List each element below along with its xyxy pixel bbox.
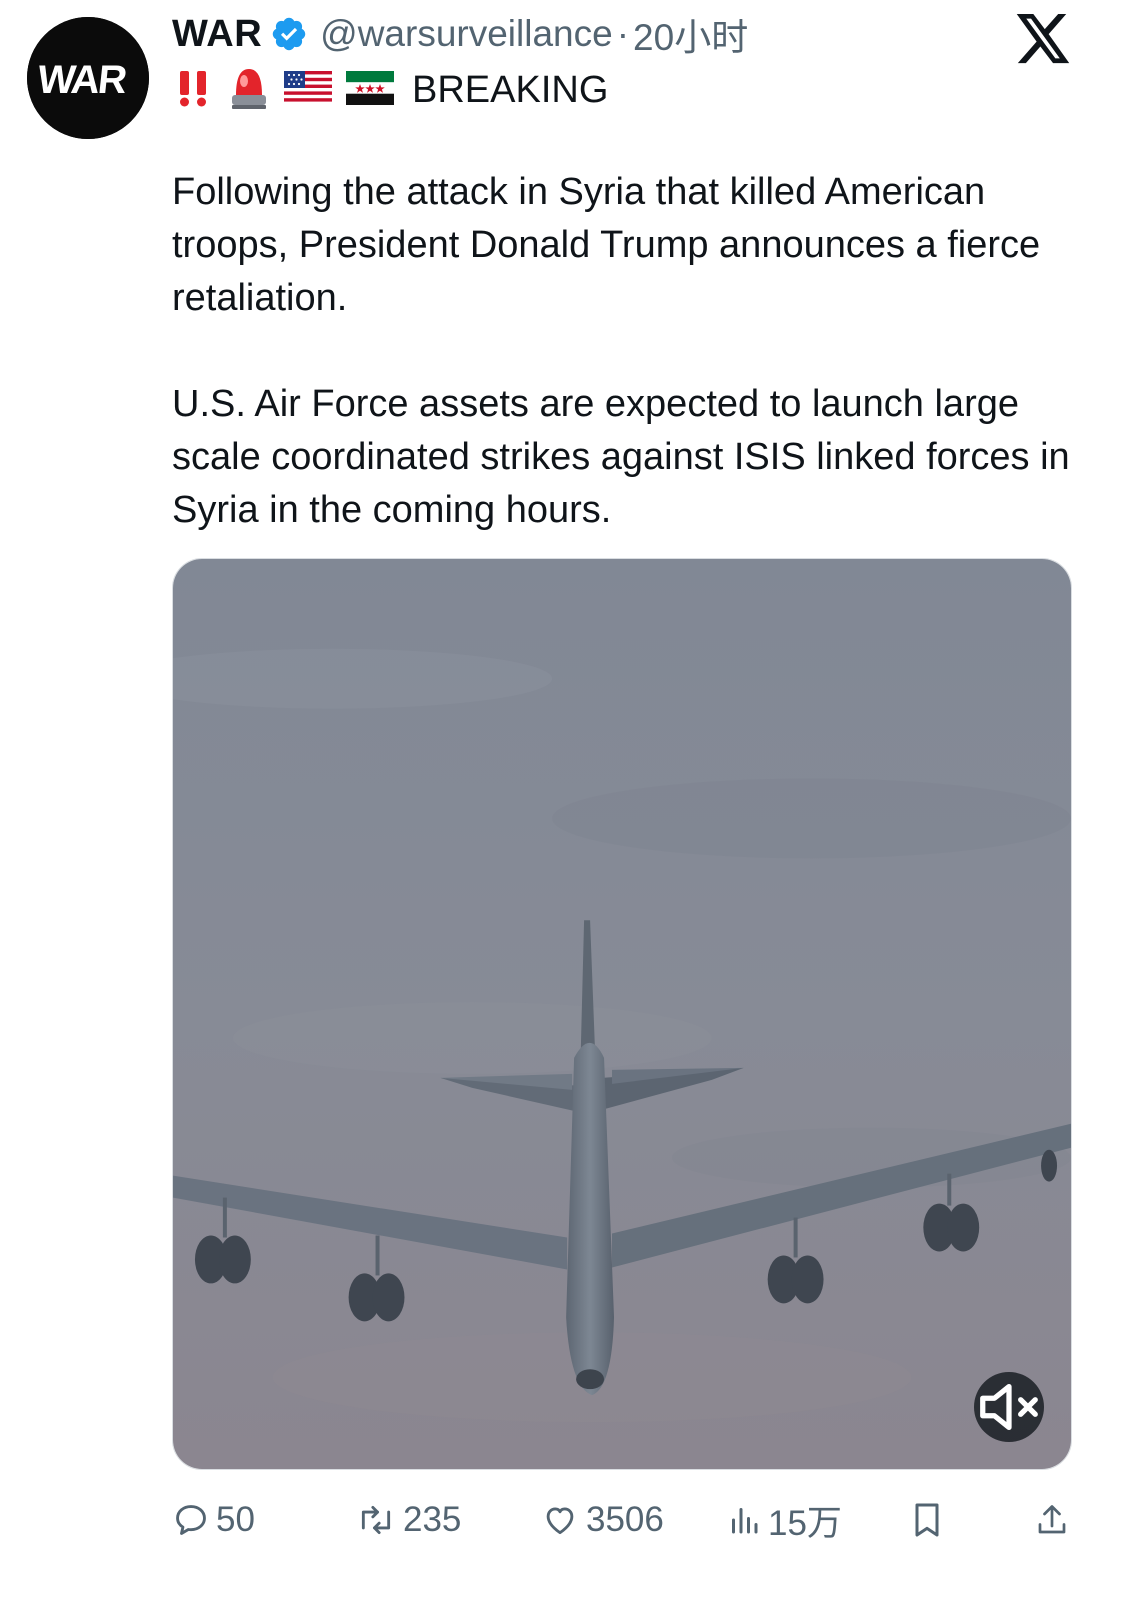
breaking-header: BREAKING (172, 64, 608, 116)
tweet-header: WAR @warsurveillance · 20小时 (172, 8, 748, 60)
b52-bomber-image (173, 559, 1071, 1469)
repost-count: 235 (403, 1500, 462, 1539)
author-display-name[interactable]: WAR (172, 13, 262, 56)
repost-button[interactable]: 235 (355, 1490, 461, 1550)
x-logo-icon (1016, 14, 1070, 64)
tweet-paragraph-1: Following the attack in Syria that kille… (172, 171, 1041, 319)
reply-icon (176, 1505, 206, 1535)
reply-count: 50 (216, 1500, 255, 1539)
police-light-icon (228, 65, 270, 116)
share-button[interactable] (1034, 1490, 1076, 1550)
like-button[interactable]: 3506 (540, 1490, 664, 1550)
repost-icon (361, 1505, 391, 1535)
header-separator: · (616, 13, 630, 54)
view-count: 15万 (768, 1503, 842, 1543)
avatar-logo-text: WAR (35, 58, 129, 102)
tweet-timestamp[interactable]: 20小时 (633, 7, 748, 61)
breaking-label: BREAKING (412, 68, 609, 111)
tweet-body: Following the attack in Syria that kille… (172, 166, 1072, 537)
like-count: 3506 (586, 1500, 664, 1539)
share-icon (1038, 1505, 1066, 1534)
author-avatar[interactable]: WAR (27, 17, 149, 139)
tweet-paragraph-2: U.S. Air Force assets are expected to la… (172, 383, 1070, 531)
bookmark-icon (915, 1503, 939, 1537)
muted-speaker-icon (980, 1383, 1038, 1431)
tweet-action-bar: 50 235 3506 15万 (0, 1490, 1125, 1550)
heart-icon (546, 1507, 574, 1535)
views-button[interactable]: 15万 (726, 1490, 842, 1550)
verified-badge-icon (272, 17, 306, 51)
bookmark-button[interactable] (910, 1490, 950, 1550)
syria-flag-icon (346, 70, 394, 110)
double-exclamation-icon (172, 67, 214, 114)
author-handle[interactable]: @warsurveillance (320, 13, 613, 55)
reply-button[interactable]: 50 (172, 1490, 255, 1550)
mute-toggle-button[interactable] (974, 1372, 1044, 1442)
views-icon (732, 1508, 758, 1534)
tweet-video[interactable] (172, 558, 1072, 1470)
us-flag-icon (284, 70, 332, 110)
